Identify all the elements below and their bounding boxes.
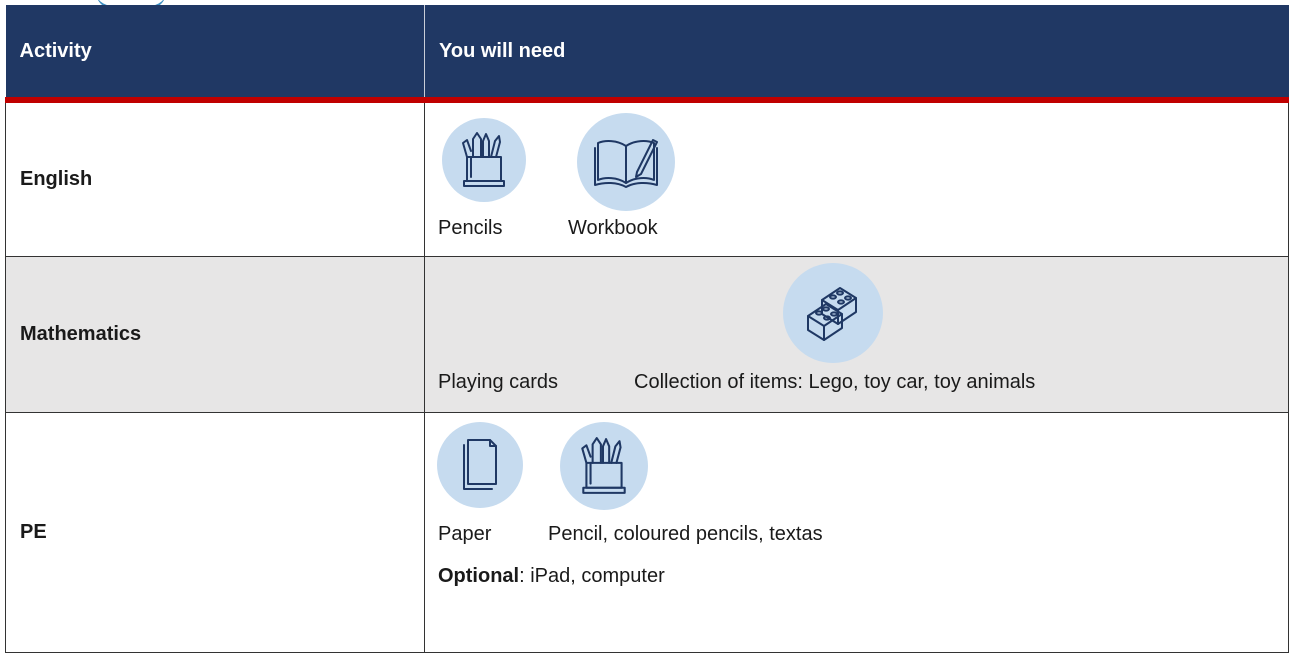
needs-cell-pe: Paper Pencil, coloured pencils, textas O… [424,411,1289,653]
item-label-pencils: Pencils [438,217,503,239]
optional-label: Optional [438,564,520,587]
item-label-collection: Collection of items: Lego, toy car, toy … [634,370,1036,393]
activity-pe: PE [5,411,425,653]
needs-column-header: You will need [424,5,1289,103]
optional-text: : iPad, computer [519,564,665,587]
table-header-row: Activity You will need [5,5,1289,103]
activity-column-header: Activity [5,5,425,103]
pencil-cup-icon [442,118,526,202]
optional-line: Optional: iPad, computer [438,565,665,588]
pencil-cup-icon [560,421,648,510]
table-row: Mathematics Playing cards Collection of … [5,255,1289,413]
activity-english: English [5,99,425,257]
item-label-workbook: Workbook [568,217,658,239]
item-label-playing-cards: Playing cards [438,370,559,393]
activities-table: Activity You will need English Pencils W… [5,5,1289,653]
open-book-icon [577,113,675,211]
table-row: PE Paper Pencil, coloured pencils, texta… [5,411,1289,653]
lego-blocks-icon [783,262,883,363]
needs-cell-english: Pencils Workbook [424,99,1289,257]
item-label-paper: Paper [438,522,492,545]
needs-cell-mathematics: Playing cards Collection of items: Lego,… [424,255,1289,413]
activity-mathematics: Mathematics [5,255,425,413]
paper-icon [437,421,523,508]
table-row: English Pencils Workbook [5,99,1289,257]
item-label-pencils-textas: Pencil, coloured pencils, textas [548,522,823,545]
